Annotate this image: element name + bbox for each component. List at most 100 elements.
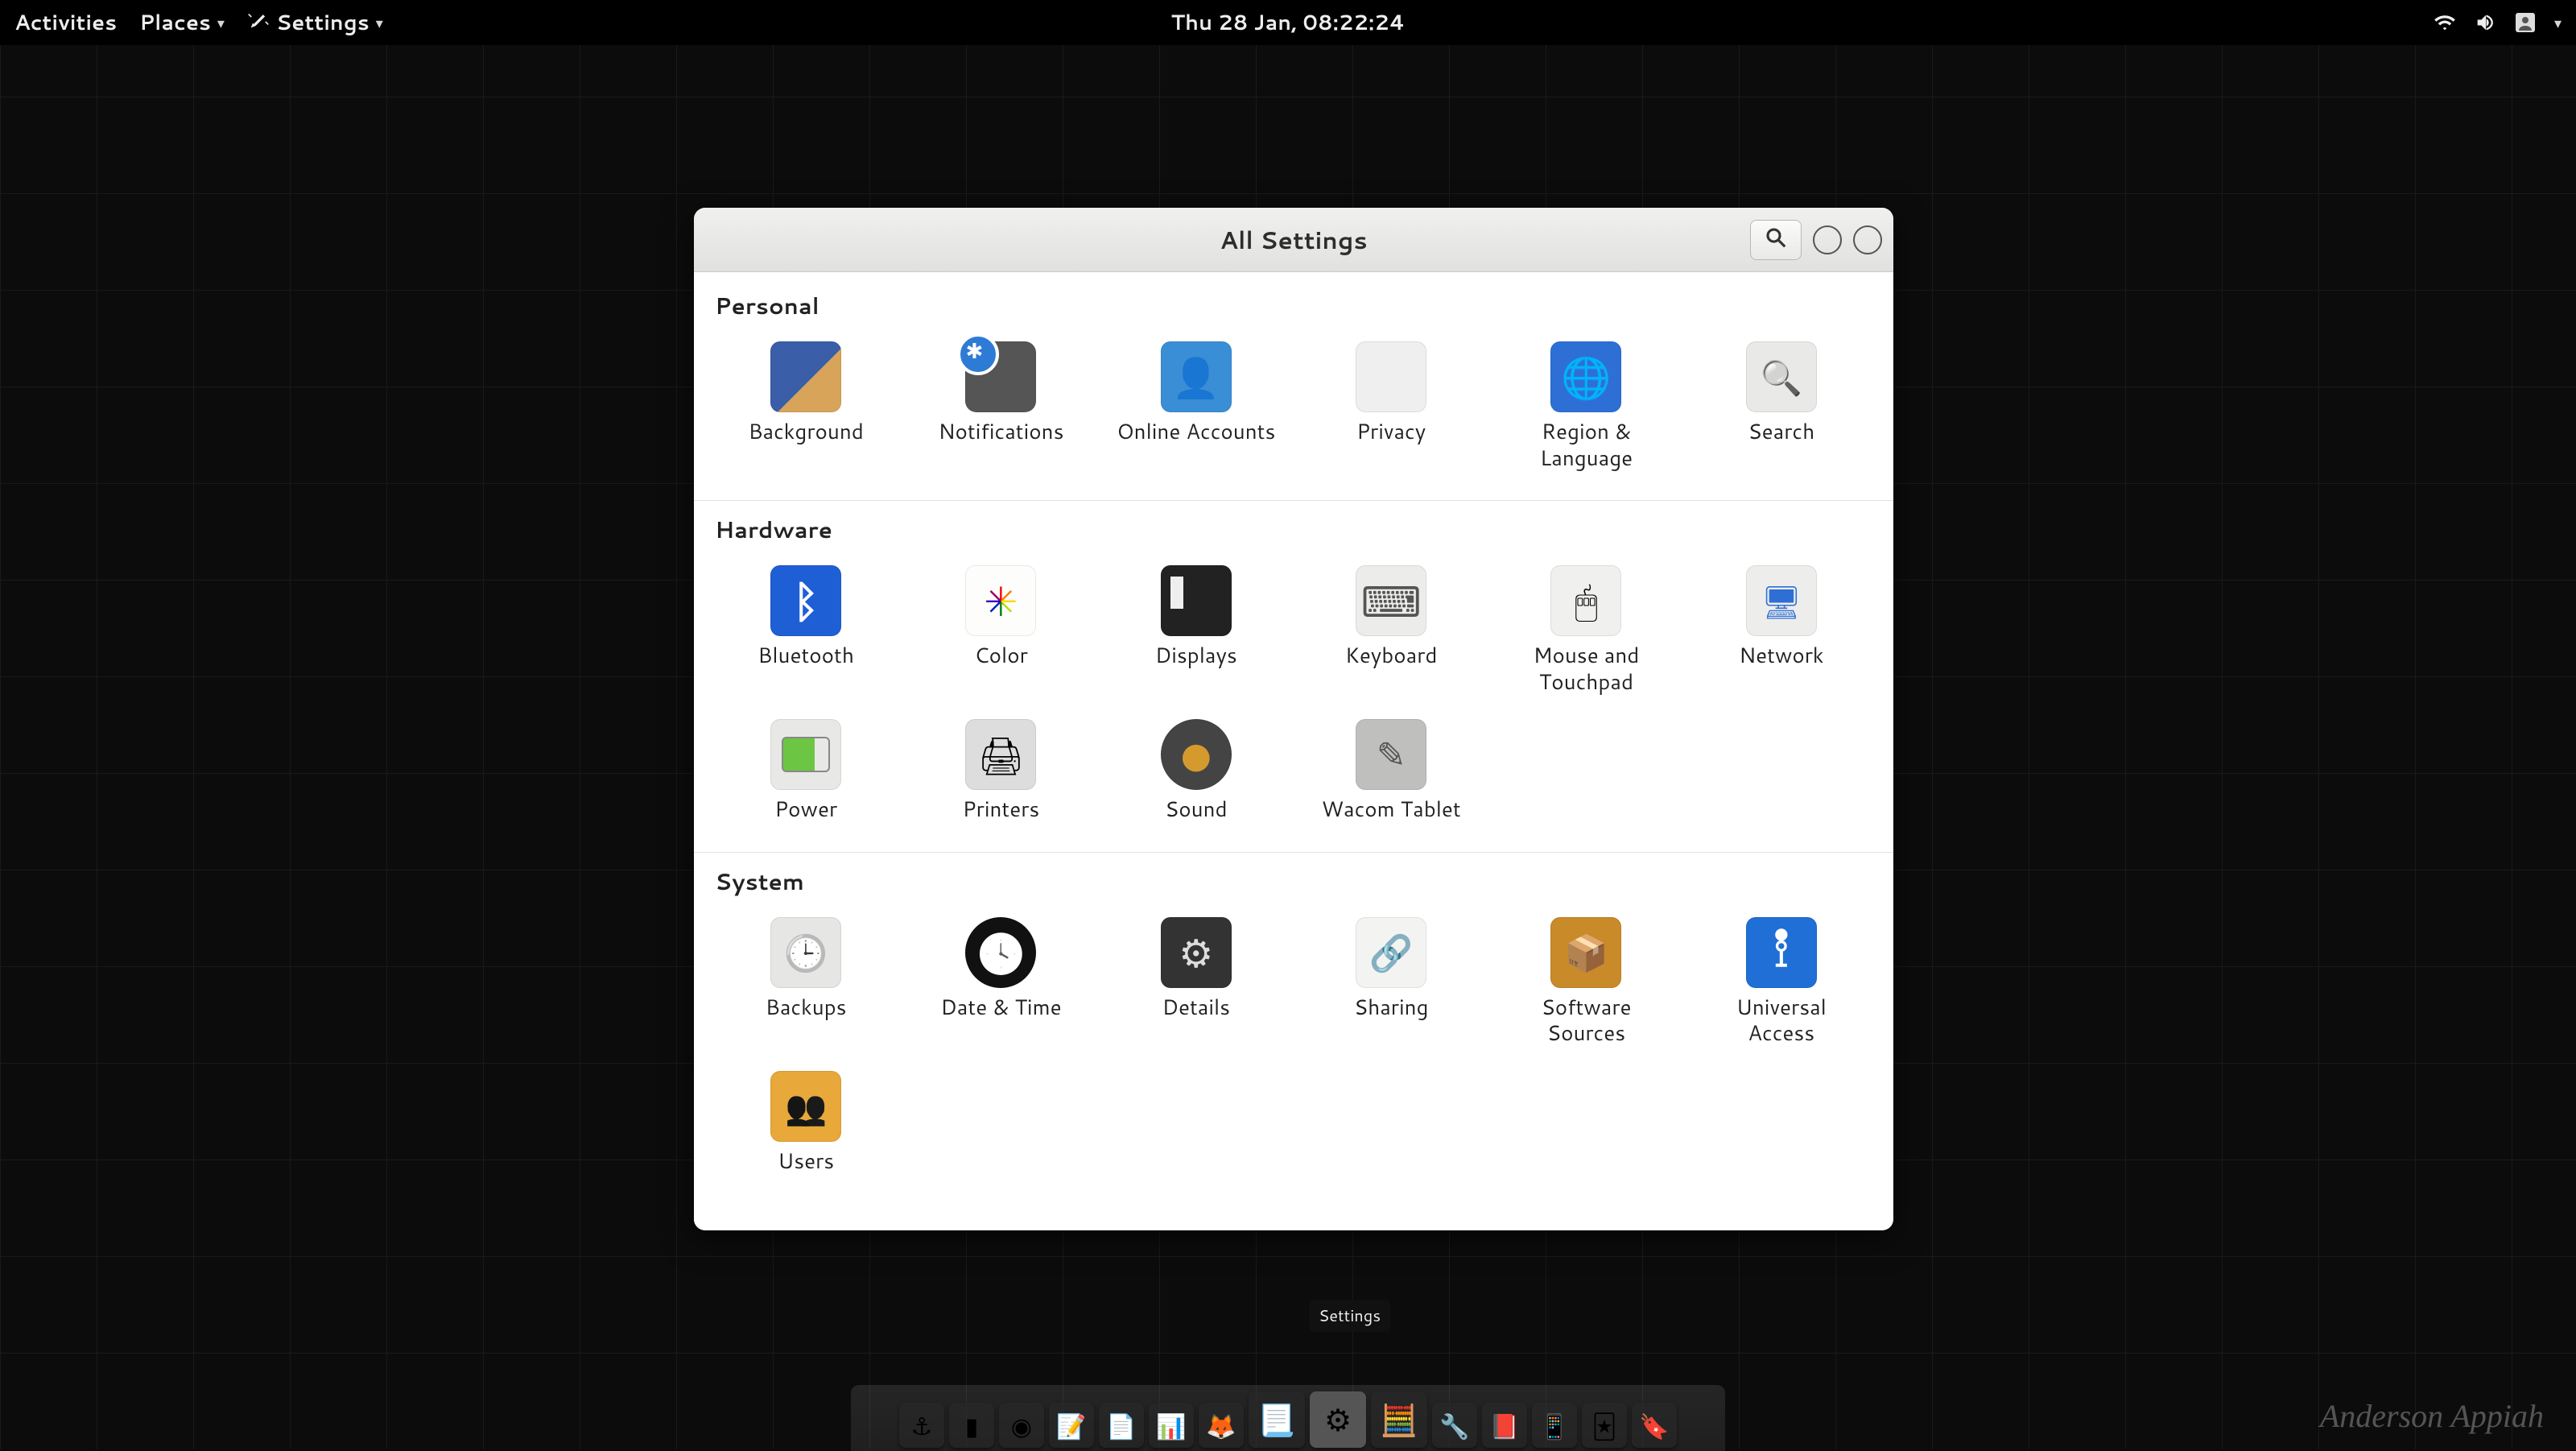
chevron-down-icon[interactable]: ▾ (2554, 12, 2562, 33)
item-keyboard[interactable]: Keyboard (1297, 559, 1485, 701)
item-network[interactable]: Network (1687, 559, 1876, 701)
item-label: Privacy (1356, 419, 1426, 445)
printers-icon (965, 719, 1036, 790)
wifi-icon[interactable] (2434, 11, 2456, 34)
item-power[interactable]: Power (712, 713, 900, 829)
item-sound[interactable]: Sound (1102, 713, 1290, 829)
system-grid: Backups Date & Time Details Sharing Soft… (712, 906, 1876, 1199)
close-button[interactable] (1853, 225, 1882, 254)
section-title-system: System (715, 866, 1876, 898)
dock-tooltip: Settings (1309, 1300, 1390, 1332)
item-label: Color (974, 643, 1028, 669)
item-users[interactable]: Users (712, 1064, 900, 1181)
item-label: Universal Access (1701, 994, 1862, 1047)
item-label: Wacom Tablet (1322, 796, 1461, 823)
activities-button[interactable]: Activities (14, 8, 117, 37)
dock-item-anchor[interactable]: ⚓ (899, 1403, 944, 1448)
item-label: Online Accounts (1117, 419, 1275, 445)
dock-item-tool4[interactable]: 🃏 (1582, 1403, 1627, 1448)
dock-item-doc[interactable]: 📄 (1099, 1403, 1144, 1448)
dock-item-vlc[interactable]: ◉ (999, 1403, 1044, 1448)
item-color[interactable]: Color (906, 559, 1095, 701)
date-time-icon (965, 917, 1036, 988)
minimize-button[interactable] (1813, 225, 1842, 254)
item-label: Notifications (939, 419, 1064, 445)
item-displays[interactable]: Displays (1102, 559, 1290, 701)
item-label: Sound (1165, 796, 1228, 823)
item-label: Displays (1155, 643, 1237, 669)
window-body: Personal Background Notifications Online… (694, 272, 1893, 1230)
region-language-icon (1550, 341, 1621, 412)
dock-item-tool3[interactable]: 📱 (1532, 1403, 1577, 1448)
backups-icon (770, 917, 841, 988)
dock-item-firefox[interactable]: 🦊 (1199, 1403, 1244, 1448)
item-label: Sharing (1354, 994, 1429, 1021)
item-mouse-touchpad[interactable]: Mouse and Touchpad (1492, 559, 1680, 701)
chevron-down-icon: ▾ (217, 12, 225, 33)
color-icon (965, 565, 1036, 636)
item-region-language[interactable]: Region & Language (1492, 335, 1680, 477)
item-label: Backups (766, 994, 847, 1021)
item-bluetooth[interactable]: Bluetooth (712, 559, 900, 701)
keyboard-icon (1356, 565, 1426, 636)
search-button[interactable] (1750, 220, 1802, 260)
dock-item-tool2[interactable]: 📕 (1482, 1403, 1527, 1448)
privacy-icon (1356, 341, 1426, 412)
item-label: Background (748, 419, 863, 445)
dock-item-tool1[interactable]: 🔧 (1432, 1403, 1477, 1448)
activities-label: Activities (14, 8, 117, 37)
item-backups[interactable]: Backups (712, 911, 900, 1053)
item-label: Keyboard (1345, 643, 1438, 669)
item-wacom[interactable]: Wacom Tablet (1297, 713, 1485, 829)
item-background[interactable]: Background (712, 335, 900, 477)
volume-icon[interactable] (2474, 11, 2496, 34)
item-software-sources[interactable]: Software Sources (1492, 911, 1680, 1053)
places-menu[interactable]: Places ▾ (139, 8, 225, 37)
dock-item-terminal[interactable]: ▮ (949, 1403, 994, 1448)
item-label: Users (778, 1148, 834, 1175)
app-menu-label: Settings (276, 8, 369, 37)
dock-item-text-editor[interactable]: 📃 (1249, 1391, 1305, 1448)
places-label: Places (139, 8, 211, 37)
details-icon (1161, 917, 1232, 988)
item-label: Software Sources (1505, 994, 1666, 1047)
item-label: Search (1748, 419, 1814, 445)
dock-item-notes[interactable]: 📝 (1049, 1403, 1094, 1448)
section-title-personal: Personal (715, 290, 1876, 322)
item-label: Power (774, 796, 837, 823)
item-search[interactable]: Search (1687, 335, 1876, 477)
universal-access-icon (1746, 917, 1817, 988)
item-printers[interactable]: Printers (906, 713, 1095, 829)
bluetooth-icon (770, 565, 841, 636)
window-title: All Settings (1220, 222, 1367, 257)
online-accounts-icon (1161, 341, 1232, 412)
item-date-time[interactable]: Date & Time (906, 911, 1095, 1053)
app-menu[interactable]: Settings ▾ (247, 8, 383, 38)
search-panel-icon (1746, 341, 1817, 412)
search-icon (1764, 225, 1788, 254)
item-notifications[interactable]: Notifications (906, 335, 1095, 477)
wallpaper-signature: Anderson Appiah (2320, 1397, 2544, 1435)
item-online-accounts[interactable]: Online Accounts (1102, 335, 1290, 477)
user-menu-icon[interactable] (2514, 11, 2537, 34)
dock-item-calculator[interactable]: 🧮 (1371, 1391, 1427, 1448)
displays-icon (1161, 565, 1232, 636)
notifications-icon (965, 341, 1036, 412)
wacom-icon (1356, 719, 1426, 790)
item-label: Network (1739, 643, 1823, 669)
dock-item-settings[interactable]: ⚙ (1310, 1391, 1366, 1448)
dock-item-tool5[interactable]: 🔖 (1632, 1403, 1677, 1448)
chevron-down-icon: ▾ (376, 12, 383, 33)
power-icon (770, 719, 841, 790)
item-universal-access[interactable]: Universal Access (1687, 911, 1876, 1053)
dock-item-slides[interactable]: 📊 (1149, 1403, 1194, 1448)
item-privacy[interactable]: Privacy (1297, 335, 1485, 477)
clock[interactable]: Thu 28 Jan, 08:22:24 (1171, 8, 1406, 37)
item-sharing[interactable]: Sharing (1297, 911, 1485, 1053)
network-icon (1746, 565, 1817, 636)
item-details[interactable]: Details (1102, 911, 1290, 1053)
item-label: Date & Time (940, 994, 1061, 1021)
sound-icon (1161, 719, 1232, 790)
item-label: Printers (963, 796, 1040, 823)
background-icon (770, 341, 841, 412)
